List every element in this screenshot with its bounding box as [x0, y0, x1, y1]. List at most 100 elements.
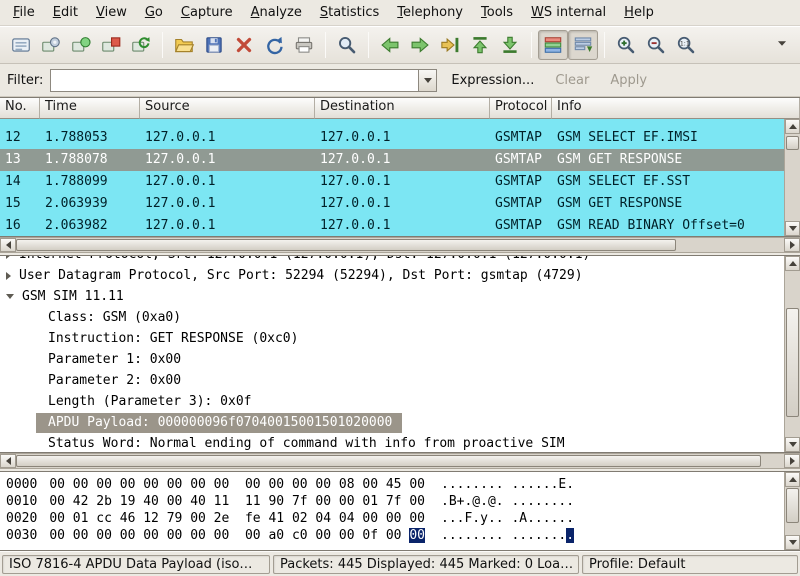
menu-edit[interactable]: Edit [44, 0, 87, 25]
expander-closed-icon[interactable] [6, 272, 11, 280]
menu-ws-internal[interactable]: WS internal [522, 0, 615, 25]
column-header-source[interactable]: Source [140, 98, 315, 119]
autoscroll-button[interactable] [568, 30, 598, 60]
capture-options-button[interactable] [36, 30, 66, 60]
packet-row-16[interactable]: 162.063982127.0.0.1127.0.0.1GSMTAPGSM RE… [0, 215, 784, 236]
hex-vscrollbar[interactable] [784, 472, 800, 550]
scrollbar-thumb[interactable] [786, 308, 799, 418]
detail-line[interactable]: Length (Parameter 3): 0x0f [0, 391, 784, 412]
go-top-button[interactable] [465, 30, 495, 60]
detail-line[interactable]: Parameter 2: 0x00 [0, 370, 784, 391]
menu-go[interactable]: Go [136, 0, 172, 25]
packet-row-11[interactable]: 111.78127.0.0.1127.0.0.1GSMTAPGSM [0, 119, 784, 127]
print-button[interactable] [289, 30, 319, 60]
detail-line[interactable]: APDU Payload: 000000096f0704001500150102… [0, 412, 784, 433]
open-file-button[interactable] [169, 30, 199, 60]
packet-row-15[interactable]: 152.063939127.0.0.1127.0.0.1GSMTAPGSM GE… [0, 193, 784, 215]
scroll-right-arrow-icon[interactable] [784, 238, 800, 252]
menu-view[interactable]: View [87, 0, 136, 25]
capture-restart-button[interactable] [126, 30, 156, 60]
save-file-button[interactable] [199, 30, 229, 60]
capture-start-button[interactable] [66, 30, 96, 60]
close-file-button[interactable] [229, 30, 259, 60]
scroll-down-arrow-icon[interactable] [785, 437, 800, 452]
reload-button[interactable] [259, 30, 289, 60]
hex-row-0020[interactable]: 002000 01 cc 46 12 79 00 2e fe 41 02 04 … [0, 510, 800, 527]
scroll-up-arrow-icon[interactable] [785, 472, 800, 487]
zoom-in-button[interactable] [611, 30, 641, 60]
scroll-right-arrow-icon[interactable] [784, 454, 800, 468]
expander-closed-icon[interactable] [6, 256, 11, 259]
menu-capture[interactable]: Capture [172, 0, 242, 25]
packet-row-14[interactable]: 141.788099127.0.0.1127.0.0.1GSMTAPGSM SE… [0, 171, 784, 193]
zoom-actual-button[interactable]: 1:1 [671, 30, 701, 60]
scrollbar-trough[interactable] [785, 487, 800, 535]
expression-button[interactable]: Expression... [444, 70, 541, 91]
scrollbar-trough[interactable] [16, 238, 784, 252]
hex-row-0030[interactable]: 003000 00 00 00 00 00 00 00 00 a0 c0 00 … [0, 527, 800, 544]
zoom-out-button[interactable] [641, 30, 671, 60]
scroll-down-arrow-icon[interactable] [785, 221, 800, 236]
menu-telephony[interactable]: Telephony [388, 0, 472, 25]
hex-row-0000[interactable]: 000000 00 00 00 00 00 00 00 00 00 00 00 … [0, 476, 800, 493]
goto-packet-button[interactable] [435, 30, 465, 60]
go-forward-button[interactable] [405, 30, 435, 60]
scrollbar-trough[interactable] [785, 134, 800, 221]
scrollbar-trough[interactable] [785, 271, 800, 437]
column-header-protocol[interactable]: Protocol [490, 98, 552, 119]
hex-bytes: 00 00 00 00 00 00 00 00 00 00 00 00 08 0… [49, 477, 425, 492]
scrollbar-thumb[interactable] [786, 136, 799, 150]
scroll-down-arrow-icon[interactable] [785, 535, 800, 550]
colorize-button[interactable] [538, 30, 568, 60]
status-profile[interactable]: Profile: Default [582, 555, 798, 574]
scrollbar-thumb[interactable] [786, 488, 799, 523]
column-header-info[interactable]: Info [552, 98, 800, 119]
detail-line[interactable]: Class: GSM (0xa0) [0, 307, 784, 328]
detail-line[interactable]: User Datagram Protocol, Src Port: 52294 … [0, 265, 784, 286]
menu-tools[interactable]: Tools [472, 0, 522, 25]
expander-open-icon[interactable] [6, 294, 14, 299]
detail-line[interactable]: Status Word: Normal ending of command wi… [0, 433, 784, 452]
find-packet-button[interactable] [332, 30, 362, 60]
scroll-up-arrow-icon[interactable] [785, 119, 800, 134]
details-vscrollbar[interactable] [784, 256, 800, 452]
scrollbar-thumb[interactable] [16, 239, 676, 251]
detail-line[interactable]: Instruction: GET RESPONSE (0xc0) [0, 328, 784, 349]
packet-row-12[interactable]: 121.788053127.0.0.1127.0.0.1GSMTAPGSM SE… [0, 127, 784, 149]
detail-line[interactable]: Parameter 1: 0x00 [0, 349, 784, 370]
packet-row-13[interactable]: 131.788078127.0.0.1127.0.0.1GSMTAPGSM GE… [0, 149, 784, 171]
scroll-left-arrow-icon[interactable] [0, 238, 16, 252]
hex-row-0010[interactable]: 001000 42 2b 19 40 00 40 11 11 90 7f 00 … [0, 493, 800, 510]
cell-destination: 127.0.0.1 [315, 171, 490, 193]
scrollbar-trough[interactable] [16, 454, 784, 468]
scroll-left-arrow-icon[interactable] [0, 454, 16, 468]
clear-button[interactable]: Clear [548, 70, 596, 91]
capture-stop-button[interactable] [96, 30, 126, 60]
column-header-destination[interactable]: Destination [315, 98, 490, 119]
menu-analyze[interactable]: Analyze [242, 0, 311, 25]
detail-line[interactable]: GSM SIM 11.11 [0, 286, 784, 307]
menu-file[interactable]: File [4, 0, 44, 25]
go-bottom-button[interactable] [495, 30, 525, 60]
down-arrow-glyph [789, 226, 797, 231]
filter-label[interactable]: Filter: [7, 73, 43, 88]
menu-help[interactable]: Help [615, 0, 663, 25]
apply-button[interactable]: Apply [603, 70, 654, 91]
filter-input[interactable] [50, 69, 418, 92]
scroll-up-arrow-icon[interactable] [785, 256, 800, 271]
wireshark-window: FileEditViewGoCaptureAnalyzeStatisticsTe… [0, 0, 800, 576]
filter-dropdown-button[interactable] [418, 69, 437, 92]
packet-list-hscrollbar[interactable] [0, 237, 800, 253]
column-header-time[interactable]: Time [40, 98, 140, 119]
packet-list-vscrollbar[interactable] [784, 119, 800, 236]
scrollbar-thumb[interactable] [16, 455, 761, 467]
interfaces-button[interactable] [6, 30, 36, 60]
column-header-no[interactable]: No. [0, 98, 40, 119]
print-icon [293, 34, 315, 56]
details-hscrollbar[interactable] [0, 453, 800, 469]
toolbar-overflow-button[interactable] [772, 32, 794, 58]
go-back-button[interactable] [375, 30, 405, 60]
detail-line[interactable]: Internet Protocol, Src: 127.0.0.1 (127.0… [0, 256, 784, 265]
menu-statistics[interactable]: Statistics [311, 0, 388, 25]
cell-time: 1.788078 [40, 149, 140, 171]
